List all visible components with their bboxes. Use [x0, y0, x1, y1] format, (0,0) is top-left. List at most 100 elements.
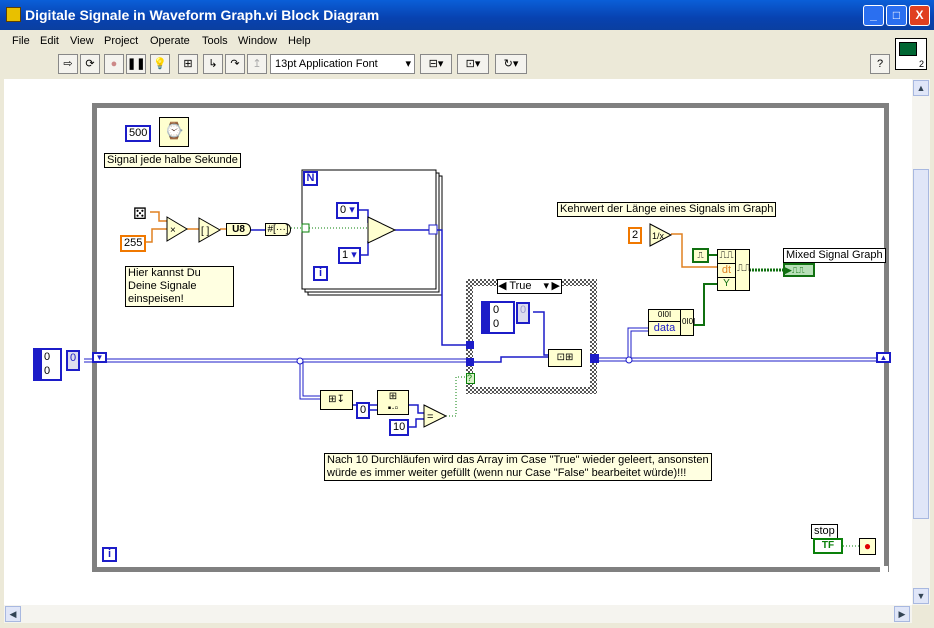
menu-window[interactable]: Window [238, 35, 277, 47]
menu-project[interactable]: Project [104, 35, 138, 47]
digital-data-node[interactable]: 0I0I data 0I0I [648, 309, 696, 336]
chevron-down-icon: ▾ [405, 58, 411, 70]
next-case-icon[interactable]: ▶ [552, 280, 560, 293]
menu-operate[interactable]: Operate [150, 35, 190, 47]
scroll-down-button[interactable]: ▼ [913, 588, 929, 604]
wait-ms-constant[interactable]: 500 [125, 125, 152, 142]
array-size-node[interactable]: ⊞↧ [320, 390, 353, 410]
chevron-down-icon: ▾ [349, 204, 355, 216]
digital-waveform-constant[interactable]: ⎍ [692, 248, 709, 263]
window-title: Digitale Signale in Waveform Graph.vi Bl… [25, 7, 380, 23]
label-input: Hier kannst Du Deine Signale einspeisen! [125, 266, 234, 307]
vertical-scroll-thumb[interactable] [913, 169, 929, 519]
abort-button[interactable]: ● [104, 54, 124, 74]
svg-text:[ ]: [ ] [201, 226, 210, 237]
label-note-line: Nach 10 Durchläufen wird das Array im Ca… [327, 454, 709, 466]
label-note: Nach 10 Durchläufen wird das Array im Ca… [324, 453, 712, 481]
constant-255[interactable]: 255 [120, 235, 147, 252]
scroll-right-button[interactable]: ▶ [894, 606, 910, 622]
array-element[interactable]: 0 [44, 365, 50, 377]
constant-2[interactable]: 2 [628, 227, 643, 244]
menu-file[interactable]: File [12, 35, 30, 47]
menu-edit[interactable]: Edit [40, 35, 59, 47]
label-note-line: würde es immer weiter gefüllt (wenn nur … [327, 467, 687, 479]
step-out-button[interactable]: ↥ [247, 54, 267, 74]
data-node-header: 0I0I [649, 310, 681, 322]
y-input: Y [718, 278, 736, 291]
waveform-output: ⎍⎍ [737, 263, 751, 274]
case-array-constant[interactable]: 0 0 [481, 301, 515, 334]
step-into-button[interactable]: ↳ [203, 54, 223, 74]
reorder-button[interactable]: ↻▾ [495, 54, 527, 74]
stop-label: stop [811, 524, 838, 539]
chevron-down-icon[interactable]: ▾ [543, 280, 549, 293]
case-array-element: 0 [516, 302, 531, 324]
block-diagram-canvas[interactable]: × [ ] 1/x = 500 ⌚ Signal jede halbe Seku… [4, 79, 912, 605]
pane-number: 2 [918, 59, 924, 69]
step-over-button[interactable]: ↷ [225, 54, 245, 74]
maximize-button[interactable]: □ [886, 5, 907, 26]
align-objects-button[interactable]: ⊟▾ [420, 54, 452, 74]
array-element[interactable]: 0 [493, 318, 499, 330]
scroll-up-button[interactable]: ▲ [913, 80, 929, 96]
menu-help[interactable]: Help [288, 35, 311, 47]
close-button[interactable]: X [909, 5, 930, 26]
u8-conversion-node[interactable]: U8 [226, 223, 251, 236]
for-loop-iteration-terminal: i [313, 266, 328, 281]
array-control[interactable]: 0 0 [33, 348, 62, 381]
array-element[interactable]: 0 [44, 351, 50, 363]
array-element[interactable]: 0 [493, 304, 499, 316]
pause-button[interactable]: ❚❚ [126, 54, 146, 74]
run-continuously-button[interactable]: ⟳ [80, 54, 100, 74]
wire-255 [143, 228, 167, 243]
output-wire [598, 357, 876, 362]
for-loop-count-terminal[interactable]: N [303, 171, 318, 186]
graph-label: Mixed Signal Graph [783, 248, 886, 263]
case-selector-label[interactable]: ◀ True ▾ ▶ [497, 279, 562, 294]
ring-constant-0[interactable]: 0 ▾ [336, 202, 359, 219]
wire-dice [150, 211, 167, 222]
font-select-value: 13pt Application Font [275, 58, 378, 70]
retain-wire-values-button[interactable]: ⊞ [178, 54, 198, 74]
minimize-button[interactable]: _ [863, 5, 884, 26]
index-array-node[interactable]: ⊞ ▪·▫ [377, 390, 409, 415]
run-button[interactable]: ⇨ [58, 54, 78, 74]
case-selector-terminal[interactable]: ? [466, 373, 475, 384]
ring-constant-1[interactable]: 1 ▾ [338, 247, 361, 264]
constant-10[interactable]: 10 [389, 419, 410, 436]
vi-icon [6, 7, 21, 22]
vi-connector-icon[interactable]: 2 [895, 38, 927, 70]
horizontal-scrollbar[interactable]: ◀ ▶ [4, 605, 912, 623]
prev-case-icon[interactable]: ◀ [498, 280, 506, 292]
shift-register-left[interactable]: ▼ [92, 352, 107, 363]
svg-text:=: = [427, 411, 433, 423]
mixed-signal-graph-terminal[interactable]: ▶⎍⎍ [783, 263, 815, 277]
array-index-display[interactable] [483, 303, 490, 332]
array-index-display[interactable] [35, 350, 42, 379]
data-output: 0I0I [682, 317, 696, 326]
scroll-left-button[interactable]: ◀ [5, 606, 21, 622]
stop-button-terminal[interactable]: TF [813, 538, 843, 554]
menu-view[interactable]: View [70, 35, 94, 47]
build-waveform-node[interactable]: ⎍⎍ dt Y ⎍⎍ [717, 249, 751, 291]
loop-condition-stop-icon[interactable]: ● [859, 538, 876, 555]
distribute-objects-button[interactable]: ⊡▾ [457, 54, 489, 74]
dice-icon[interactable]: ⚄ [133, 204, 147, 224]
title-bar: Digitale Signale in Waveform Graph.vi Bl… [0, 0, 934, 30]
wait-timer-icon[interactable]: ⌚ [159, 117, 189, 147]
menu-tools[interactable]: Tools [202, 35, 228, 47]
menu-bar: File Edit View Project Operate Tools Win… [4, 31, 894, 51]
shift-register-right[interactable]: ▲ [876, 352, 891, 363]
font-select[interactable]: 13pt Application Font ▾ [270, 54, 415, 74]
label-wait: Signal jede halbe Sekunde [104, 153, 241, 168]
dt-input: dt [718, 264, 736, 278]
waveform-input: ⎍⎍ [718, 250, 736, 264]
build-array-node[interactable]: ⊡⊞ [548, 349, 582, 367]
index-constant-0[interactable]: 0 [356, 402, 371, 419]
highlight-execution-button[interactable]: 💡 [150, 54, 170, 74]
vertical-scrollbar[interactable]: ▲ ▼ [912, 79, 930, 605]
shift-register-wire [106, 358, 466, 363]
number-to-boolean-array-node[interactable]: #[···] [265, 223, 291, 236]
chevron-down-icon: ▾ [351, 249, 357, 261]
help-button[interactable]: ? [870, 54, 890, 74]
